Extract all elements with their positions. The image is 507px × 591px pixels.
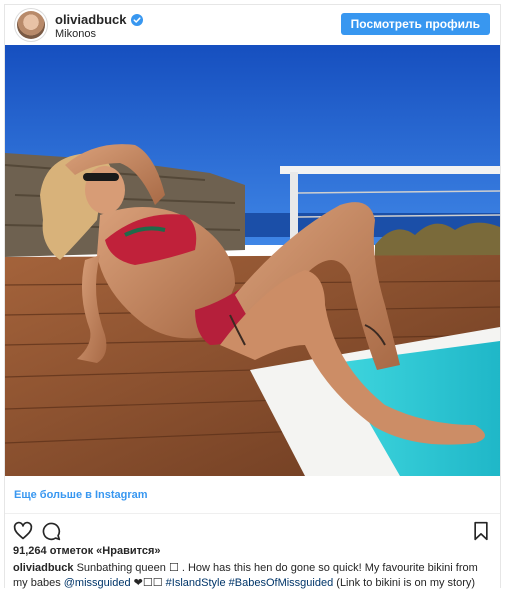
verified-badge-icon [130,13,143,26]
avatar[interactable] [17,11,45,39]
caption-emoji: ❤☐☐ [133,577,163,589]
more-on-instagram-bar: Еще больше в Instagram [5,476,500,514]
bookmark-icon[interactable] [471,521,491,541]
caption-hashtag-islandstyle[interactable]: #IslandStyle [166,577,226,589]
caption: oliviadbuck Sunbathing queen ☐ . How has… [13,561,493,591]
more-on-instagram-link[interactable]: Еще больше в Instagram [14,489,148,501]
username[interactable]: oliviadbuck [55,12,127,27]
instagram-embed-card: oliviadbuck Mikonos Посмотреть профиль Е… [4,4,501,591]
caption-hashtag-babesofmissguided[interactable]: #BabesOfMissguided [229,577,334,589]
user-row: oliviadbuck [55,12,143,27]
location[interactable]: Mikonos [55,28,96,40]
post-header: oliviadbuck Mikonos Посмотреть профиль [5,5,500,45]
likes-count[interactable]: 91,264 отметок «Нравится» [13,545,161,557]
comment-icon[interactable] [41,521,61,541]
action-bar [5,514,500,544]
caption-text-end: (Link to bikini is on my story) [336,577,476,589]
post-photo[interactable] [5,45,500,476]
heart-icon[interactable] [13,521,33,541]
view-profile-button[interactable]: Посмотреть профиль [340,13,490,35]
caption-username[interactable]: oliviadbuck [13,562,74,574]
photo-image [5,45,500,476]
caption-mention[interactable]: @missguided [64,577,131,589]
